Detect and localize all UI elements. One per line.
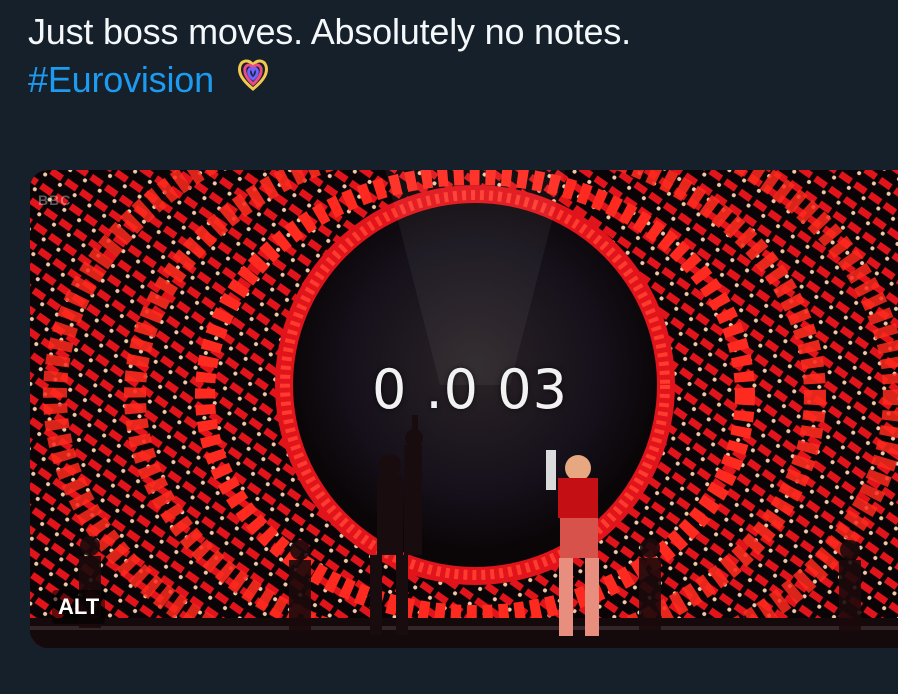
post: Just boss moves. Absolutely no notes. #E… xyxy=(0,0,898,694)
post-text: Just boss moves. Absolutely no notes. #E… xyxy=(28,8,631,104)
hashtag-link[interactable]: #Eurovision xyxy=(28,59,214,100)
eurovision-hashflag-icon xyxy=(236,56,270,92)
broadcaster-logo: BBC xyxy=(38,192,72,208)
post-text-line: Just boss moves. Absolutely no notes. xyxy=(28,11,631,52)
alt-text-badge[interactable]: ALT xyxy=(52,590,106,624)
vote-timer-overlay: 0 .0 03 xyxy=(372,358,568,421)
hashtag-row: #Eurovision xyxy=(28,56,631,104)
